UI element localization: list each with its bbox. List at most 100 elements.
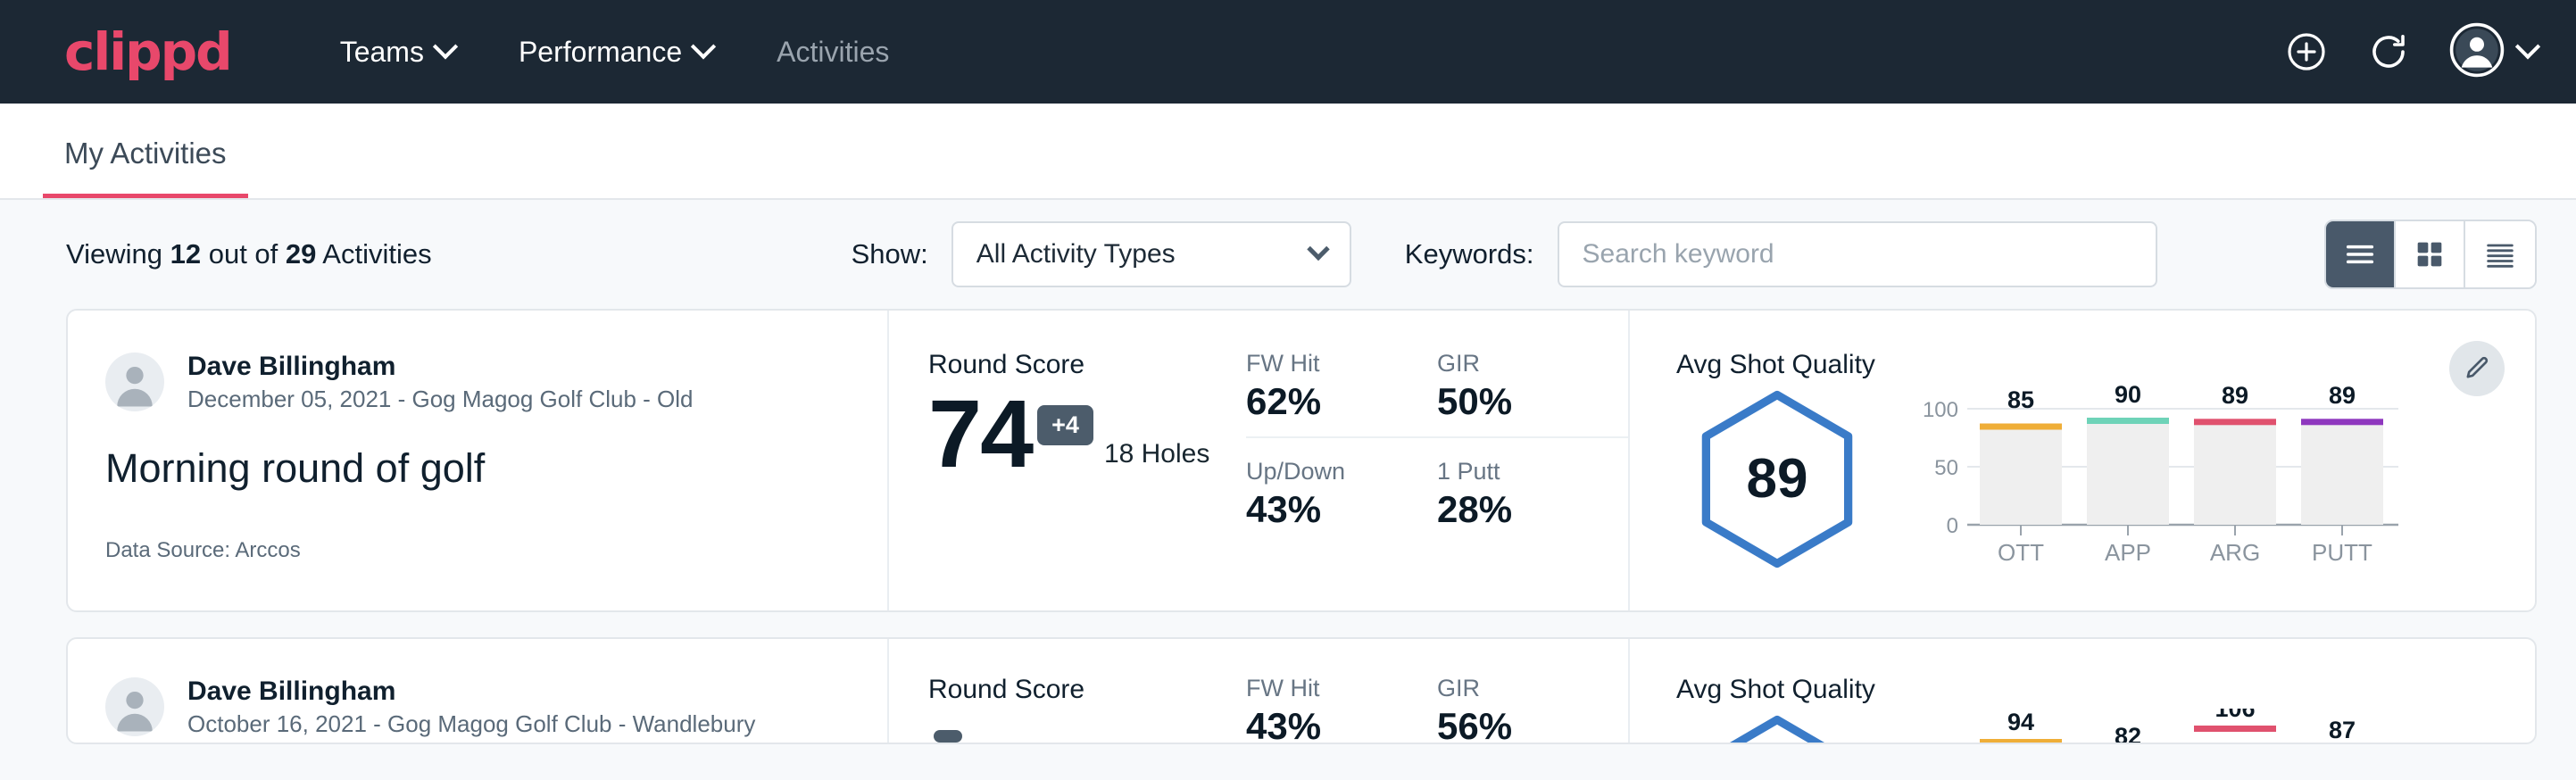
plus-circle-icon[interactable]	[2285, 30, 2328, 73]
refresh-icon[interactable]	[2367, 30, 2410, 73]
nav-item-activities[interactable]: Activities	[744, 36, 921, 69]
svg-text:106: 106	[2215, 709, 2255, 722]
svg-text:50: 50	[1934, 456, 1958, 480]
viewing-prefix: Viewing	[66, 238, 170, 270]
svg-text:ARG: ARG	[2210, 539, 2260, 566]
grid-view-button[interactable]	[2396, 221, 2465, 287]
keywords-group: Keywords:	[1405, 221, 2157, 287]
stat-up-down-value: 43%	[1246, 489, 1407, 530]
clippd-logo[interactable]: clippd	[64, 26, 231, 78]
primary-nav-links: Teams Performance Activities	[308, 36, 922, 69]
tab-my-activities-label: My Activities	[64, 137, 227, 170]
chevron-down-icon	[691, 34, 716, 59]
avg-shot-quality-body: 89 100 50 0	[1676, 384, 2535, 574]
stat-up-down: Up/Down 43%	[1246, 458, 1437, 530]
stat-fw-hit: FW Hit 62%	[1246, 350, 1437, 438]
svg-text:89: 89	[2222, 384, 2248, 409]
search-input[interactable]	[1558, 221, 2157, 287]
avg-shot-quality-column: Avg Shot Quality 89 100	[1630, 311, 2535, 610]
stat-up-down-label: Up/Down	[1246, 458, 1407, 485]
avg-shot-quality-label: Avg Shot Quality	[1676, 675, 2535, 705]
shot-quality-bar-chart: 100 50 0 85 90	[1912, 384, 2535, 574]
account-avatar-icon	[2449, 22, 2505, 82]
chevron-down-icon	[433, 34, 458, 59]
activity-type-select[interactable]: All Activity Types	[951, 221, 1351, 287]
nav-item-performance-label: Performance	[519, 36, 682, 69]
compact-view-button[interactable]	[2465, 221, 2535, 287]
activity-info-column: Dave Billingham October 16, 2021 - Gog M…	[68, 639, 889, 743]
viewing-count: 12	[170, 238, 201, 270]
stat-gir-value: 50%	[1437, 381, 1598, 422]
round-score-column: Round Score 74 +4 18 Holes	[889, 311, 1246, 610]
stat-fw-hit-value: 62%	[1246, 381, 1407, 422]
viewing-suffix: Activities	[316, 238, 431, 270]
keywords-label: Keywords:	[1405, 238, 1534, 270]
viewing-count-text: Viewing 12 out of 29 Activities	[66, 238, 432, 270]
activity-title: Morning round of golf	[105, 445, 887, 492]
chevron-down-icon	[2515, 34, 2540, 59]
svg-text:OTT: OTT	[1998, 539, 2044, 566]
round-score-row	[928, 710, 1246, 743]
round-score-label: Round Score	[928, 350, 1246, 380]
show-filter-group: Show: All Activity Types	[852, 221, 1351, 287]
activity-author: Dave Billingham December 05, 2021 - Gog …	[105, 350, 887, 415]
svg-text:94: 94	[2007, 709, 2034, 735]
svg-text:82: 82	[2115, 723, 2141, 744]
stat-one-putt-label: 1 Putt	[1437, 458, 1598, 485]
nav-item-performance[interactable]: Performance	[486, 36, 744, 69]
quality-score-value	[1692, 715, 1862, 745]
bar-chart-svg: 100 50 0 85 90	[1912, 384, 2412, 569]
activity-card[interactable]: Dave Billingham October 16, 2021 - Gog M…	[66, 637, 2537, 744]
svg-text:100: 100	[1923, 398, 1958, 422]
avg-shot-quality-column: Avg Shot Quality 100	[1630, 639, 2535, 743]
stat-gir-label: GIR	[1437, 675, 1598, 702]
stat-fw-hit-label: FW Hit	[1246, 350, 1407, 378]
svg-text:85: 85	[2007, 386, 2034, 413]
stat-fw-hit: FW Hit 43%	[1246, 675, 1437, 744]
avatar	[105, 353, 164, 411]
activity-date-course: October 16, 2021 - Gog Magog Golf Club -…	[187, 709, 755, 740]
stat-fw-hit-value: 43%	[1246, 706, 1407, 744]
activity-type-select-value: All Activity Types	[976, 239, 1176, 270]
svg-text:APP: APP	[2105, 539, 2151, 566]
round-score-label: Round Score	[928, 675, 1246, 705]
nav-item-activities-label: Activities	[777, 36, 889, 69]
top-navigation-bar: clippd Teams Performance Activities	[0, 0, 2576, 104]
shot-quality-bar-chart: 100 94 82 106 87	[1912, 709, 2535, 744]
round-stats-column: FW Hit 43% GIR 56%	[1246, 639, 1630, 743]
round-score-value: 74	[928, 386, 1032, 482]
stat-one-putt-value: 28%	[1437, 489, 1598, 530]
svg-text:0: 0	[1947, 514, 1958, 538]
activity-date-course: December 05, 2021 - Gog Magog Golf Club …	[187, 384, 694, 415]
activity-card[interactable]: Dave Billingham December 05, 2021 - Gog …	[66, 309, 2537, 612]
svg-text:90: 90	[2115, 384, 2141, 408]
activity-author: Dave Billingham October 16, 2021 - Gog M…	[105, 675, 887, 740]
round-stats-column: FW Hit 62% GIR 50% Up/Down 43% 1 Putt 28…	[1246, 311, 1630, 610]
svg-text:89: 89	[2329, 384, 2356, 409]
quality-hexagon	[1692, 715, 1862, 745]
svg-text:87: 87	[2329, 717, 2356, 743]
list-view-button[interactable]	[2326, 221, 2396, 287]
avg-shot-quality-label: Avg Shot Quality	[1676, 350, 2535, 380]
chevron-down-icon	[1307, 238, 1329, 261]
round-score-row: 74 +4 18 Holes	[928, 386, 1246, 482]
tab-my-activities[interactable]: My Activities	[43, 137, 248, 198]
viewing-mid: out of	[201, 238, 286, 270]
show-label: Show:	[852, 238, 928, 270]
svg-text:PUTT: PUTT	[2312, 539, 2372, 566]
account-menu[interactable]	[2449, 22, 2537, 82]
avatar	[105, 677, 164, 736]
activity-data-source: Data Source: Arccos	[105, 538, 887, 563]
over-par-badge: +4	[1037, 405, 1093, 445]
stat-gir-label: GIR	[1437, 350, 1598, 378]
author-name: Dave Billingham	[187, 350, 694, 384]
svg-text:100: 100	[1923, 741, 1958, 744]
stat-gir-value: 56%	[1437, 706, 1598, 744]
stat-gir: GIR 56%	[1437, 675, 1628, 744]
activity-info-column: Dave Billingham December 05, 2021 - Gog …	[68, 311, 889, 610]
quality-hexagon: 89	[1692, 390, 1862, 568]
edit-activity-button[interactable]	[2449, 341, 2505, 396]
quality-score-value: 89	[1692, 390, 1862, 568]
stat-gir: GIR 50%	[1437, 350, 1628, 438]
nav-item-teams[interactable]: Teams	[308, 36, 486, 69]
